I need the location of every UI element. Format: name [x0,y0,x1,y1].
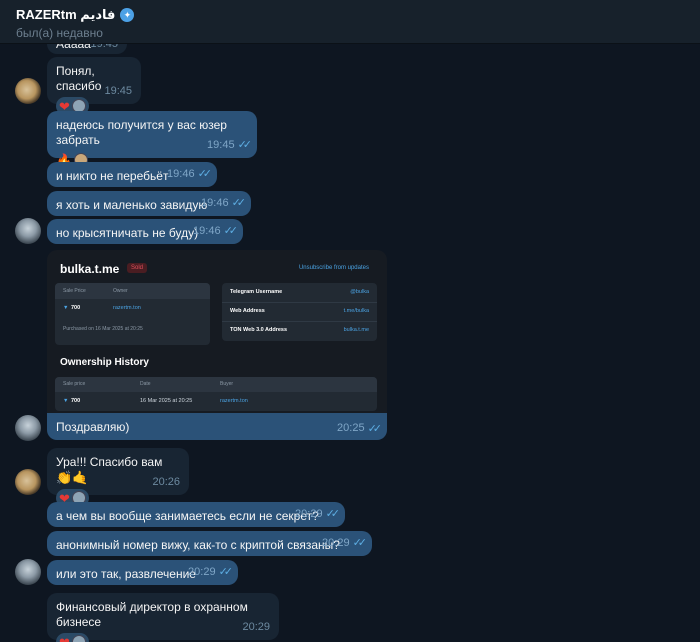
message-outgoing[interactable]: анонимный номер вижу, как-то с криптой с… [47,531,372,556]
read-check-icon: ✓✓ [231,197,247,209]
owner-link[interactable]: razertm.ton [113,305,141,311]
message-time: 19:46 ✓✓ [193,225,239,237]
avatar[interactable] [15,415,41,441]
message-time: 20:26 [152,476,180,488]
info-value[interactable]: t.me/bulka [344,308,369,314]
sale-info-box: Sale Price Owner ▼ 700 razertm.ton Purch… [55,283,210,345]
reactor-avatar [71,635,86,642]
message-incoming[interactable]: Ааааа 19:45 [47,44,127,54]
reaction[interactable]: ❤ [56,633,89,642]
table-header: Sale price [63,381,86,387]
table-header: Date [140,381,151,387]
message-text: а чем вы вообще занимаетесь если не секр… [56,509,319,523]
info-label: Telegram Username [230,289,283,295]
table-header: Buyer [220,381,234,387]
read-check-icon: ✓✓ [237,139,253,151]
message-outgoing[interactable]: или это так, развлечение 20:29 ✓✓ [47,560,238,585]
message-outgoing[interactable]: но крысятничать не буду) 19:46 ✓✓ [47,219,243,244]
info-label: Web Address [230,308,265,314]
message-time: 20:29 [242,621,270,633]
unsubscribe-link[interactable]: Unsubscribe from updates [299,265,369,271]
message-incoming[interactable]: Финансовый директор в охранном бизнесе ❤… [47,593,279,642]
read-check-icon: ✓✓ [352,537,368,549]
read-check-icon: ✓✓ [197,168,213,180]
heart-icon: ❤ [59,634,70,642]
message-outgoing[interactable]: я хоть и маленько завидую 19:46 ✓✓ [47,191,251,216]
message-incoming[interactable]: Ура!!! Спасибо вам 👏🤙 ❤ 20:26 [47,448,189,507]
message-list[interactable]: Ааааа 19:45 Понял, спасибо ❤ 19:45 надею… [0,44,700,642]
sale-price-label: Sale Price [63,288,86,294]
read-check-icon: ✓✓ [223,225,239,237]
ton-icon: ▼ [63,305,69,311]
link-preview-card[interactable]: bulka.t.me Sold Unsubscribe from updates… [47,250,387,413]
avatar[interactable] [15,559,41,585]
read-check-icon: ✓✓ [218,566,234,578]
ownership-history-table: Sale price Date Buyer ▼ 700 16 Mar 2025 … [55,377,377,411]
owner-label: Owner [113,288,128,294]
message-incoming[interactable]: Понял, спасибо ❤ 19:45 [47,57,141,115]
message-outgoing[interactable]: а чем вы вообще занимаетесь если не секр… [47,502,345,527]
message-time: 19:45 [90,44,118,50]
message-time: 20:29 ✓✓ [295,508,341,520]
info-value[interactable]: bulka.t.me [344,327,369,333]
info-value[interactable]: @bulka [350,289,369,295]
message-time: 19:46 ✓✓ [167,168,213,180]
contact-status: был(а) недавно [16,26,103,40]
message-time: 19:46 ✓✓ [201,197,247,209]
sale-price-value: 700 [71,305,81,311]
message-outgoing[interactable]: и никто не перебьёт 19:46 ✓✓ [47,162,217,187]
history-buyer[interactable]: razertm.ton [220,398,248,404]
read-check-icon: ✓✓ [325,508,341,520]
purchase-date: Purchased on 16 Mar 2025 at 20:25 [63,326,143,332]
ownership-history-title: Ownership History [60,357,149,368]
message-time: 20:25 ✓✓ [337,422,383,435]
avatar[interactable] [15,469,41,495]
message-outgoing[interactable]: Поздравляю) 20:25 ✓✓ [47,413,387,440]
history-price: 700 [71,398,81,404]
avatar[interactable] [15,218,41,244]
message-time: 19:45 [104,85,132,97]
address-info-box: Telegram Username @bulka Web Address t.m… [222,283,377,341]
ton-icon: ▼ [63,398,69,404]
history-date: 16 Mar 2025 at 20:25 [140,398,193,404]
clap-emoji-icon: 👏🤙 [56,470,89,485]
status-badge: Sold [127,263,148,273]
read-check-icon: ✓✓ [367,423,383,435]
chat-header[interactable]: RAZERtm فاديم ✦ был(а) недавно [0,0,700,44]
message-text: Финансовый директор в охранном бизнесе [56,600,248,629]
message-time: 20:29 ✓✓ [322,537,368,549]
info-label: TON Web 3.0 Address [230,327,288,333]
card-title: bulka.t.me [60,262,120,276]
message-outgoing[interactable]: надеюсь получится у вас юзер забрать 🔥 1… [47,111,257,168]
message-time: 19:45 ✓✓ [207,139,253,151]
contact-name-row[interactable]: RAZERtm فاديم ✦ [16,7,684,23]
message-time: 20:29 ✓✓ [188,566,234,578]
contact-name[interactable]: RAZERtm فاديم [16,7,115,23]
avatar[interactable] [15,78,41,104]
verified-badge-icon: ✦ [120,8,135,22]
message-text: анонимный номер вижу, как-то с криптой с… [56,538,340,552]
message-text: Поздравляю) [56,420,130,434]
